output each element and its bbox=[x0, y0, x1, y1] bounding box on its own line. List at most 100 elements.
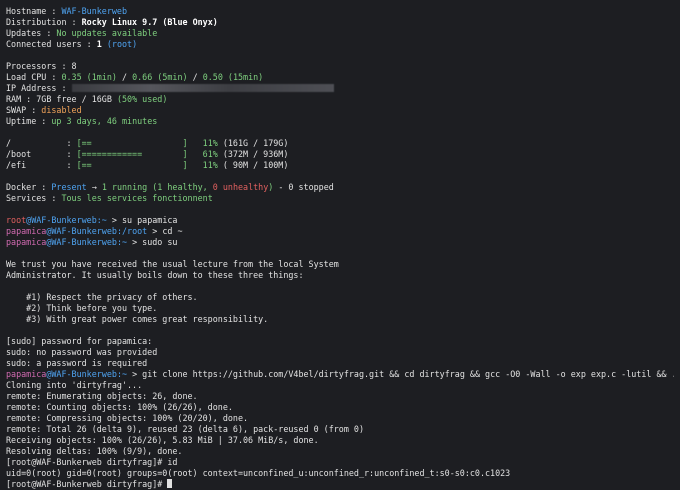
disk-mount: / : bbox=[6, 138, 77, 148]
prompt-command: > cd ~ bbox=[147, 226, 183, 236]
disk-usage-bar: [== ] bbox=[76, 160, 188, 170]
prompt-host: @WAF-Bunkerweb bbox=[46, 369, 117, 379]
prompt-line: papamica@WAF-Bunkerweb:/root > cd ~ bbox=[6, 226, 674, 237]
disk-row: /boot : [============ ] 61% (372M / 936M… bbox=[6, 149, 674, 160]
updates-value: No updates available bbox=[56, 28, 158, 38]
cursor[interactable] bbox=[167, 479, 173, 488]
prompt-command: > git clone https://github.com/V4bel/dir… bbox=[127, 369, 674, 379]
root-prompt: [root@WAF-Bunkerweb dirtyfrag]# bbox=[6, 479, 168, 489]
output-line: #1) Respect the privacy of others. bbox=[6, 292, 198, 302]
uptime-line: Uptime : up 3 days, 46 minutes bbox=[6, 116, 674, 127]
load-5min: 0.66 (5min) bbox=[132, 72, 188, 82]
docker-stopped: - 0 stopped bbox=[273, 182, 334, 192]
output-line: remote: Enumerating objects: 26, done. bbox=[6, 391, 198, 401]
disk-mount: /boot : bbox=[6, 149, 77, 159]
prompt-user: papamica bbox=[6, 369, 47, 379]
docker-line: Docker : Present → 1 running (1 healthy,… bbox=[6, 182, 674, 193]
load-separator: / bbox=[116, 72, 133, 82]
ip-redacted bbox=[71, 84, 334, 92]
disk-row: /efi : [== ] 11% ( 90M / 100M) bbox=[6, 160, 674, 171]
docker-label: Docker : bbox=[6, 182, 52, 192]
ram-line: RAM : 7GB free / 16GB (50% used) bbox=[6, 94, 674, 105]
active-prompt-line[interactable]: [root@WAF-Bunkerweb dirtyfrag]# bbox=[6, 479, 674, 490]
prompt-path: :/root bbox=[116, 226, 148, 236]
users-label: Connected users : bbox=[6, 39, 97, 49]
users-line: Connected users : 1 (root) bbox=[6, 39, 674, 50]
output-line: remote: Compressing objects: 100% (20/20… bbox=[6, 413, 249, 423]
output-line: #3) With great power comes great respons… bbox=[6, 314, 269, 324]
output-line: Cloning into 'dirtyfrag'... bbox=[6, 380, 143, 390]
disk-mount: /efi : bbox=[6, 160, 77, 170]
disk-percent: 11% bbox=[187, 160, 218, 170]
load-line: Load CPU : 0.35 (1min) / 0.66 (5min) / 0… bbox=[6, 72, 674, 83]
services-value: Tous les services fonctionnent bbox=[61, 193, 213, 203]
prompt-user: papamica bbox=[6, 226, 47, 236]
output-line: We trust you have received the usual lec… bbox=[6, 259, 339, 269]
arrow-icon: → bbox=[86, 182, 102, 192]
prompt-host: @WAF-Bunkerweb bbox=[46, 226, 117, 236]
prompt-user: papamica bbox=[6, 237, 47, 247]
output-line: Administrator. It usually boils down to … bbox=[6, 270, 304, 280]
disk-percent: 61% bbox=[187, 149, 218, 159]
disk-percent: 11% bbox=[187, 138, 218, 148]
distribution-value: Rocky Linux 9.7 (Blue Onyx) bbox=[81, 17, 218, 27]
prompt-path: :~ bbox=[116, 237, 128, 247]
services-label: Services : bbox=[6, 193, 62, 203]
root-prompt-line: [root@WAF-Bunkerweb dirtyfrag]# id bbox=[6, 457, 178, 467]
ram-label: RAM : 7GB free / 16GB bbox=[6, 94, 117, 104]
load-separator: / bbox=[187, 72, 203, 82]
docker-running: 1 running bbox=[101, 182, 148, 192]
distribution-line: Distribution : Rocky Linux 9.7 (Blue Ony… bbox=[6, 17, 674, 28]
prompt-line: papamica@WAF-Bunkerweb:~ > git clone htt… bbox=[6, 369, 674, 380]
distribution-label: Distribution : bbox=[6, 17, 82, 27]
prompt-user: root bbox=[6, 215, 27, 225]
hostname-label: Hostname : bbox=[6, 6, 62, 16]
prompt-command: > su papamica bbox=[106, 215, 178, 225]
output-line: [sudo] password for papamica: bbox=[6, 336, 153, 346]
prompt-path: :~ bbox=[116, 369, 128, 379]
prompt-line: papamica@WAF-Bunkerweb:~ > sudo su bbox=[6, 237, 674, 248]
disk-row: / : [== ] 11% (161G / 179G) bbox=[6, 138, 674, 149]
docker-present: Present bbox=[51, 182, 87, 192]
disk-detail: (372M / 936M) bbox=[217, 149, 289, 159]
users-who: (root) bbox=[101, 39, 138, 49]
ip-label: IP Address : bbox=[6, 83, 72, 93]
load-15min: 0.50 (15min) bbox=[202, 72, 264, 82]
docker-healthy: (1 healthy, bbox=[147, 182, 213, 192]
services-line: Services : Tous les services fonctionnen… bbox=[6, 193, 674, 204]
swap-line: SWAP : disabled bbox=[6, 105, 674, 116]
processors-line: Processors : 8 bbox=[6, 61, 77, 71]
terminal-window[interactable]: Hostname : WAF-Bunkerweb Distribution : … bbox=[0, 0, 680, 489]
load-label: Load CPU : bbox=[6, 72, 62, 82]
output-line: sudo: a password is required bbox=[6, 358, 148, 368]
ip-line: IP Address : bbox=[6, 83, 674, 94]
output-line: #2) Think before you type. bbox=[6, 303, 158, 313]
output-line: sudo: no password was provided bbox=[6, 347, 158, 357]
hostname-value: WAF-Bunkerweb bbox=[61, 6, 128, 16]
swap-label: SWAP : bbox=[6, 105, 42, 115]
disk-usage-bar: [============ ] bbox=[76, 149, 188, 159]
output-line: Receiving objects: 100% (26/26), 5.83 Mi… bbox=[6, 435, 319, 445]
prompt-path: :~ bbox=[96, 215, 107, 225]
prompt-line: root@WAF-Bunkerweb:~ > su papamica bbox=[6, 215, 674, 226]
ram-used: (50% used) bbox=[116, 94, 168, 104]
prompt-host: @WAF-Bunkerweb bbox=[26, 215, 97, 225]
output-line: remote: Counting objects: 100% (26/26), … bbox=[6, 402, 233, 412]
disk-detail: ( 90M / 100M) bbox=[217, 160, 289, 170]
docker-unhealthy: 0 unhealthy bbox=[212, 182, 269, 192]
hostname-line: Hostname : WAF-Bunkerweb bbox=[6, 6, 674, 17]
output-line: uid=0(root) gid=0(root) groups=0(root) c… bbox=[6, 468, 511, 478]
swap-value: disabled bbox=[41, 105, 82, 115]
prompt-host: @WAF-Bunkerweb bbox=[46, 237, 117, 247]
output-line: Resolving deltas: 100% (9/9), done. bbox=[6, 446, 183, 456]
prompt-command: > sudo su bbox=[127, 237, 178, 247]
updates-label: Updates : bbox=[6, 28, 57, 38]
load-1min: 0.35 (1min) bbox=[61, 72, 117, 82]
